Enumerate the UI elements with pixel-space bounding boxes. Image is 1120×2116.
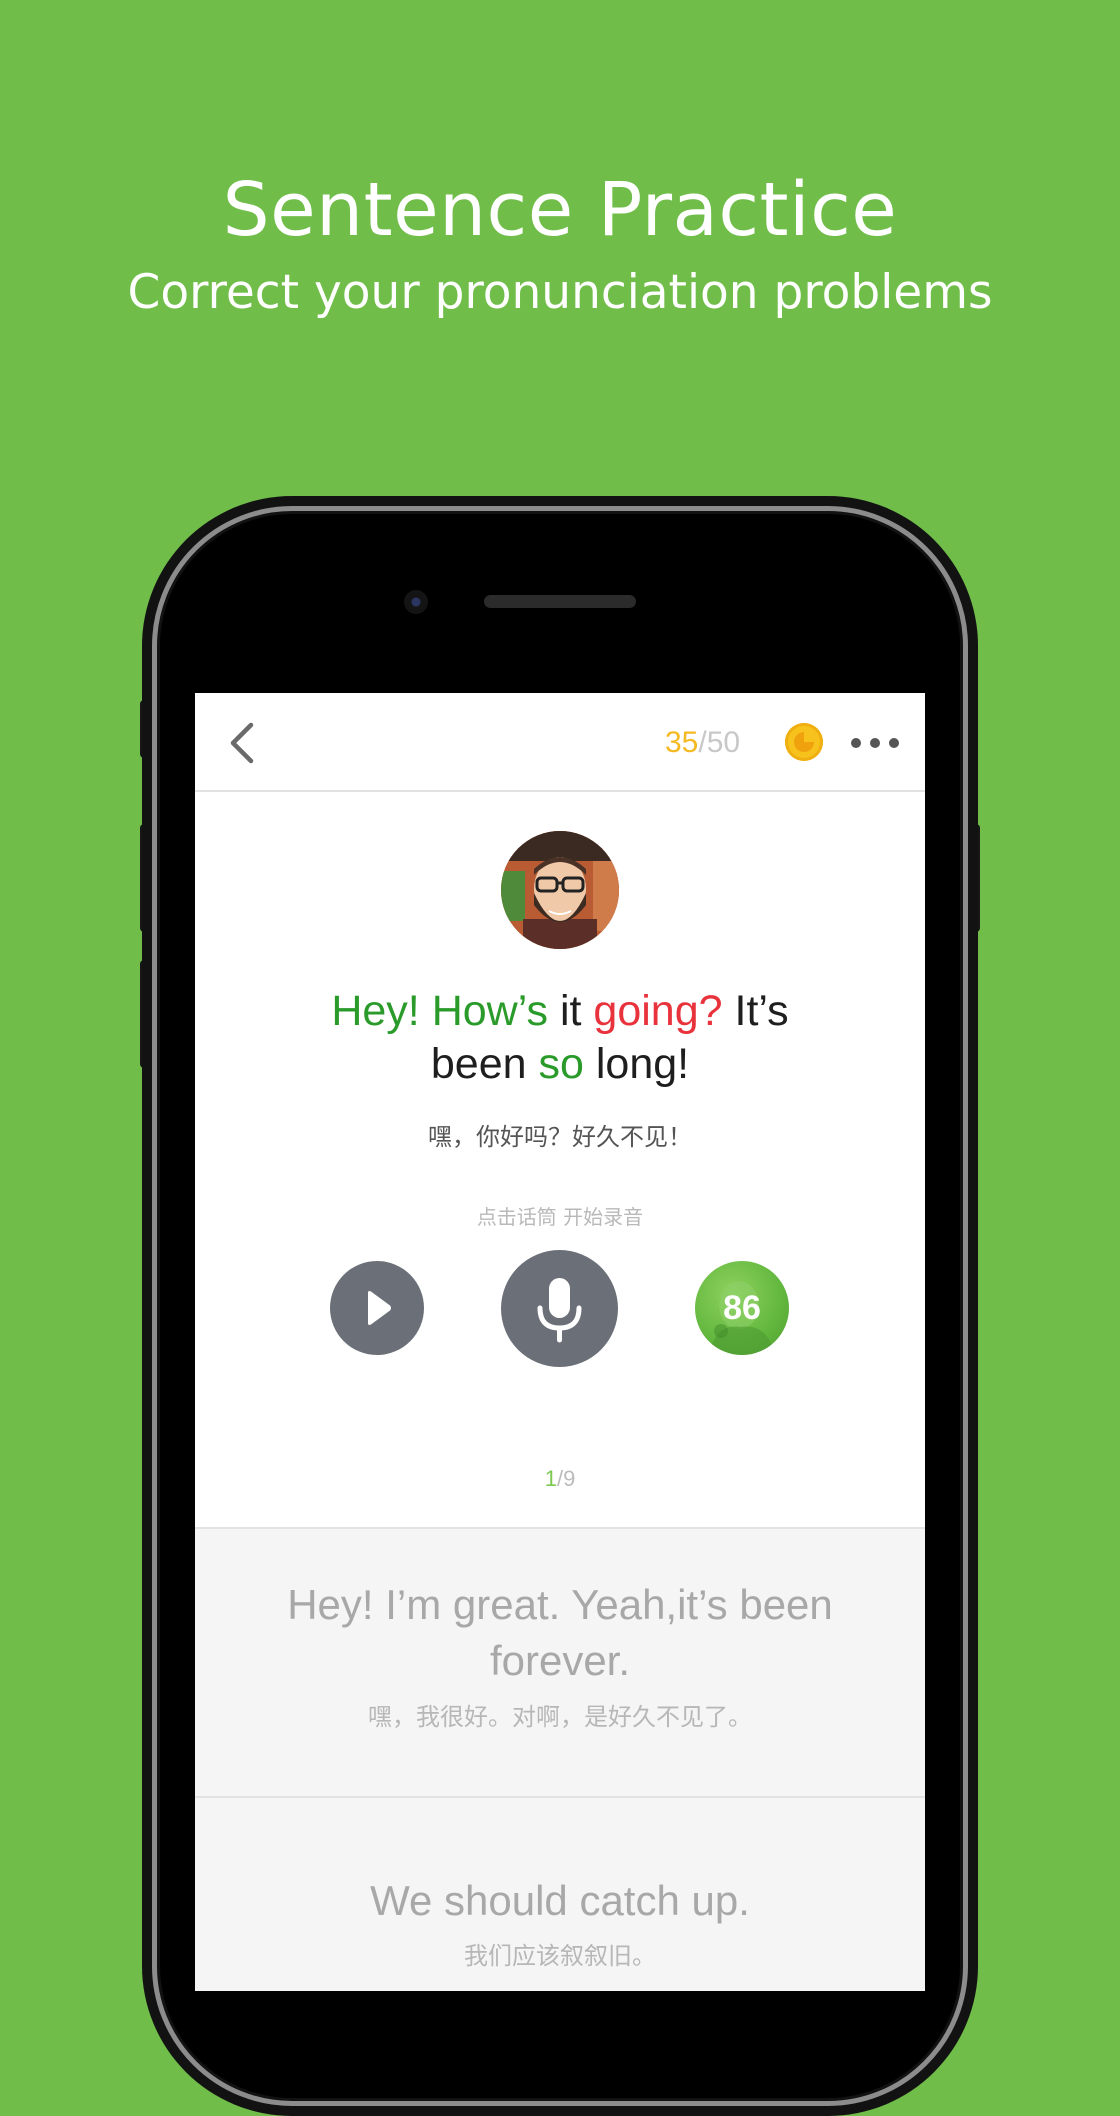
play-icon [368, 1291, 391, 1325]
sentence-word: so [538, 1040, 584, 1088]
next-sentence-chinese: 我们应该叙叙旧。 [464, 1942, 656, 1970]
chevron-left-icon [230, 722, 254, 764]
back-button[interactable] [223, 721, 263, 765]
more-dot-icon [889, 738, 899, 748]
next-sentence-card[interactable]: Hey! I’m great. Yeah,it’s been forever. … [195, 1527, 925, 1797]
pager-total: 9 [563, 1466, 576, 1491]
next-sentence-chinese: 嘿，我很好。对啊，是好久不见了。 [368, 1703, 752, 1731]
app-screen: 35/50 Hey! How’s it going? It’s been so … [195, 693, 925, 1991]
sentence-word: going? [593, 987, 723, 1035]
microphone-icon [537, 1278, 582, 1343]
coin-score-total: 50 [706, 726, 741, 759]
coin-score: 35/50 [665, 725, 740, 761]
next-sentence-english: Hey! I’m great. Yeah,it’s been forever. [287, 1581, 833, 1684]
pager-current: 1 [544, 1466, 557, 1491]
earpiece-speaker [484, 595, 636, 608]
front-camera [404, 590, 428, 614]
more-options-button[interactable] [849, 723, 901, 761]
practice-sentence: Hey! How’s it going? It’s been so long! [235, 985, 885, 1091]
sentence-translation: 嘿，你好吗？好久不见！ [428, 1123, 692, 1151]
coin-icon [785, 723, 823, 761]
sentence-pager: 1/9 [195, 1466, 925, 1492]
more-dot-icon [851, 738, 861, 748]
recording-score-button[interactable]: 86 [695, 1261, 789, 1355]
speaker-avatar [501, 831, 619, 949]
sentence-word: been [430, 1040, 527, 1088]
play-audio-button[interactable] [330, 1261, 424, 1355]
hero-subtitle: Correct your pronunciation problems [127, 265, 993, 320]
sentence-word: It’s [734, 987, 789, 1035]
next-sentence-card[interactable]: We should catch up. 我们应该叙叙旧。 [195, 1796, 925, 1991]
hero-title: Sentence Practice [222, 167, 898, 253]
nav-bar: 35/50 [195, 693, 925, 792]
next-sentence-english: We should catch up. [370, 1877, 750, 1924]
record-microphone-button[interactable] [501, 1250, 618, 1367]
coin-score-separator: / [698, 726, 707, 759]
coin-score-current: 35 [665, 726, 699, 759]
sentence-word: long! [595, 1040, 690, 1088]
sentence-word: Hey! [331, 987, 420, 1035]
sentence-word: How’s [431, 987, 548, 1035]
more-dot-icon [870, 738, 880, 748]
recording-score: 86 [723, 1289, 761, 1327]
sentence-word: it [559, 987, 582, 1035]
record-hint: 点击话筒 开始录音 [476, 1205, 644, 1229]
